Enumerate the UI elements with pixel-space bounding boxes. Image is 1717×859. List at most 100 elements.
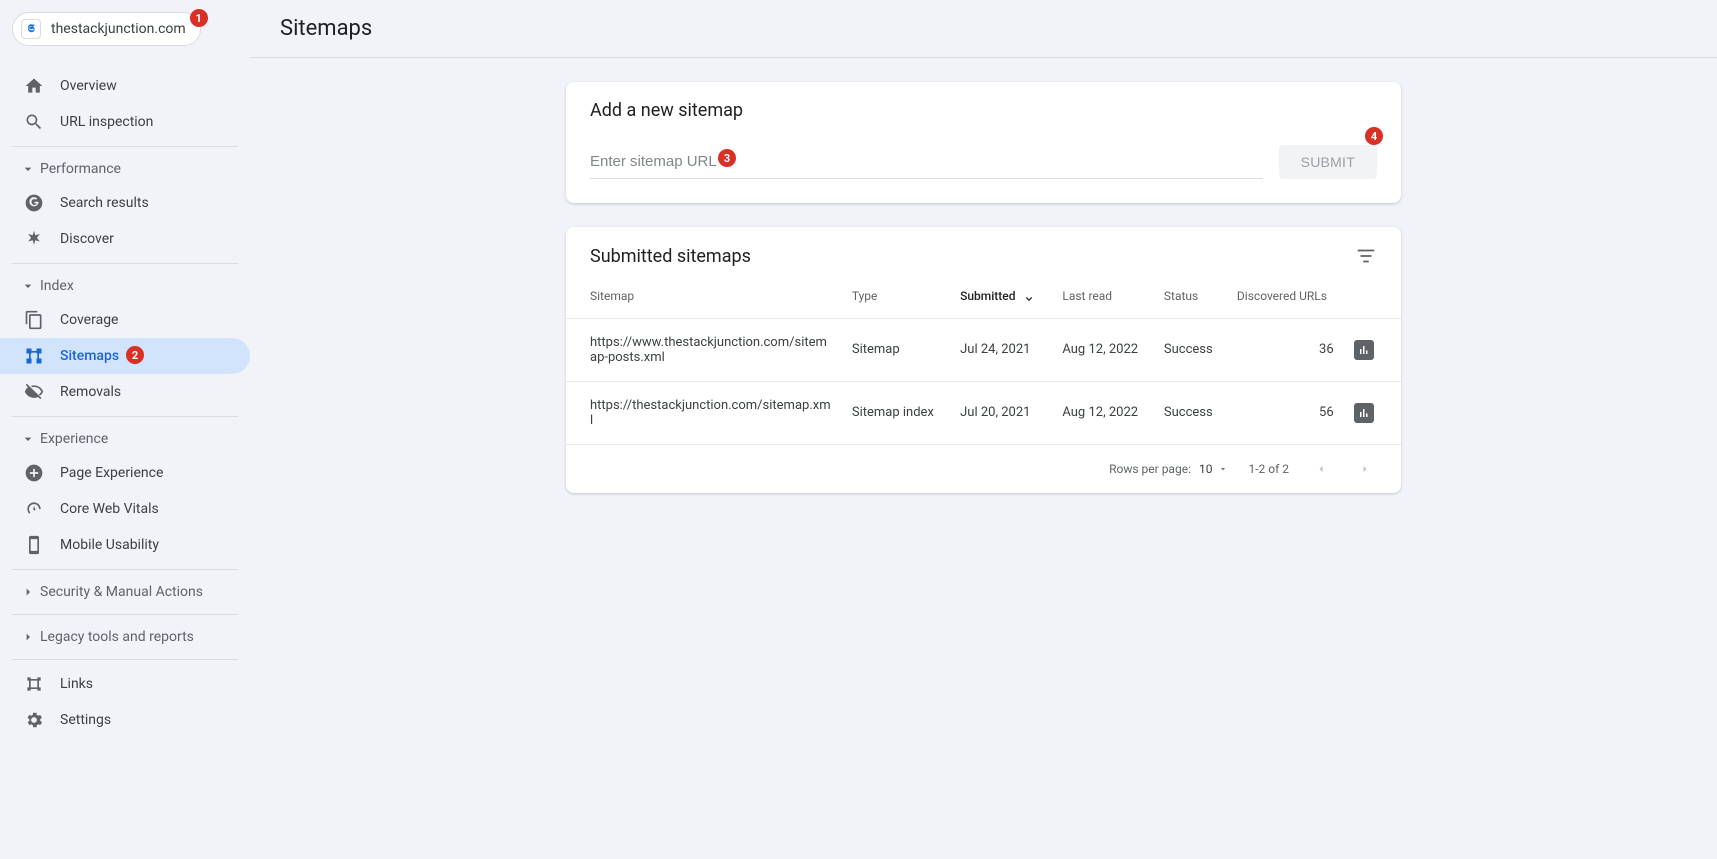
nav-section-experience-label: Experience	[40, 431, 108, 447]
col-type[interactable]: Type	[842, 275, 950, 318]
nav-links-label: Links	[60, 676, 93, 692]
cell-discovered: 56	[1227, 381, 1344, 444]
row-chart-icon[interactable]	[1354, 403, 1374, 423]
submit-button[interactable]: SUBMIT	[1279, 145, 1377, 179]
col-submitted[interactable]: Submitted	[950, 275, 1052, 318]
cell-discovered: 36	[1227, 318, 1344, 381]
nav-coverage-label: Coverage	[60, 312, 118, 328]
page-size-select[interactable]: 10	[1199, 462, 1229, 476]
cell-last-read: Aug 12, 2022	[1052, 381, 1154, 444]
page-range: 1-2 of 2	[1248, 462, 1289, 476]
arrow-down-icon	[1022, 290, 1036, 304]
nav-url-inspection-label: URL inspection	[60, 114, 153, 130]
nav-core-web-vitals[interactable]: Core Web Vitals	[0, 491, 250, 527]
nav-section-legacy-label: Legacy tools and reports	[40, 629, 194, 645]
filter-icon[interactable]	[1355, 245, 1377, 267]
nav-section-performance-label: Performance	[40, 161, 121, 177]
nav-section-security-label: Security & Manual Actions	[40, 584, 203, 600]
cell-submitted: Jul 20, 2021	[950, 381, 1052, 444]
asterisk-icon	[24, 229, 44, 249]
submitted-sitemaps-title: Submitted sitemaps	[590, 246, 751, 267]
chevron-down-icon	[20, 431, 36, 447]
cell-status: Success	[1154, 381, 1227, 444]
col-last-read[interactable]: Last read	[1052, 275, 1154, 318]
nav-search-results[interactable]: Search results	[0, 185, 250, 221]
nav-sitemaps-label: Sitemaps	[60, 348, 119, 364]
gear-icon	[24, 710, 44, 730]
nav-section-performance[interactable]: Performance	[12, 153, 238, 185]
annotation-4: 4	[1365, 127, 1383, 145]
property-selector[interactable]: 𝕾 thestackjunction.com 1	[12, 12, 201, 46]
nav-section-index[interactable]: Index	[12, 270, 238, 302]
cell-submitted: Jul 24, 2021	[950, 318, 1052, 381]
nav-section-experience[interactable]: Experience	[12, 423, 238, 455]
prev-page-button[interactable]	[1309, 457, 1333, 481]
add-sitemap-card: Add a new sitemap 3 SUBMIT 4	[566, 82, 1401, 203]
sitemap-icon	[24, 346, 44, 366]
cell-type: Sitemap	[842, 318, 950, 381]
copy-icon	[24, 310, 44, 330]
speedometer-icon	[24, 499, 44, 519]
search-icon	[24, 112, 44, 132]
submitted-sitemaps-card: Submitted sitemaps Sitemap Type Submitte…	[566, 227, 1401, 493]
page-header: Sitemaps	[250, 0, 1717, 58]
property-domain: thestackjunction.com	[51, 21, 186, 37]
sitemap-url-input[interactable]	[590, 145, 1263, 179]
nav-page-experience-label: Page Experience	[60, 465, 163, 481]
visibility-off-icon	[24, 382, 44, 402]
nav-section-security[interactable]: Security & Manual Actions	[12, 576, 238, 608]
nav-discover-label: Discover	[60, 231, 114, 247]
main: Sitemaps Add a new sitemap 3 SUBMIT 4	[250, 0, 1717, 859]
table-row[interactable]: https://www.thestackjunction.com/sitemap…	[566, 318, 1401, 381]
annotation-2: 2	[126, 346, 144, 364]
nav-overview[interactable]: Overview	[0, 68, 250, 104]
nav-url-inspection[interactable]: URL inspection	[0, 104, 250, 140]
nav-search-results-label: Search results	[60, 195, 149, 211]
cell-type: Sitemap index	[842, 381, 950, 444]
chevron-right-icon	[20, 629, 36, 645]
nav-coverage[interactable]: Coverage	[0, 302, 250, 338]
annotation-3: 3	[718, 149, 736, 167]
nav-overview-label: Overview	[60, 78, 117, 94]
chevron-right-icon	[20, 584, 36, 600]
col-status[interactable]: Status	[1154, 275, 1227, 318]
chevron-down-icon	[20, 161, 36, 177]
nav-section-index-label: Index	[40, 278, 74, 294]
nav-page-experience[interactable]: Page Experience	[0, 455, 250, 491]
col-submitted-label: Submitted	[960, 289, 1015, 303]
nav-mobile-usability-label: Mobile Usability	[60, 537, 159, 553]
nav-discover[interactable]: Discover	[0, 221, 250, 257]
table-row[interactable]: https://thestackjunction.com/sitemap.xml…	[566, 381, 1401, 444]
cell-url: https://www.thestackjunction.com/sitemap…	[566, 318, 842, 381]
pagination: Rows per page: 10 1-2 of 2	[566, 445, 1401, 493]
chevron-down-icon	[1218, 464, 1228, 474]
nav-sitemaps[interactable]: Sitemaps 2	[0, 338, 250, 374]
home-icon	[24, 76, 44, 96]
next-page-button[interactable]	[1353, 457, 1377, 481]
plus-circle-icon	[24, 463, 44, 483]
site-favicon: 𝕾	[21, 19, 41, 39]
nav-settings[interactable]: Settings	[0, 702, 250, 738]
page-size-value: 10	[1199, 462, 1213, 476]
nav-mobile-usability[interactable]: Mobile Usability	[0, 527, 250, 563]
phone-icon	[24, 535, 44, 555]
sitemaps-table: Sitemap Type Submitted Last read Status …	[566, 275, 1401, 445]
google-icon	[24, 193, 44, 213]
chevron-down-icon	[20, 278, 36, 294]
links-icon	[24, 674, 44, 694]
cell-status: Success	[1154, 318, 1227, 381]
nav-section-legacy[interactable]: Legacy tools and reports	[12, 621, 238, 653]
annotation-1: 1	[190, 9, 208, 27]
nav-links[interactable]: Links	[0, 666, 250, 702]
page-title: Sitemaps	[280, 16, 1687, 41]
nav-settings-label: Settings	[60, 712, 111, 728]
nav-removals-label: Removals	[60, 384, 121, 400]
col-sitemap[interactable]: Sitemap	[566, 275, 842, 318]
rows-per-page-label: Rows per page:	[1109, 462, 1191, 476]
row-chart-icon[interactable]	[1354, 340, 1374, 360]
cell-url: https://thestackjunction.com/sitemap.xml	[566, 381, 842, 444]
cell-last-read: Aug 12, 2022	[1052, 318, 1154, 381]
add-sitemap-title: Add a new sitemap	[590, 100, 743, 121]
col-discovered[interactable]: Discovered URLs	[1227, 275, 1344, 318]
nav-removals[interactable]: Removals	[0, 374, 250, 410]
